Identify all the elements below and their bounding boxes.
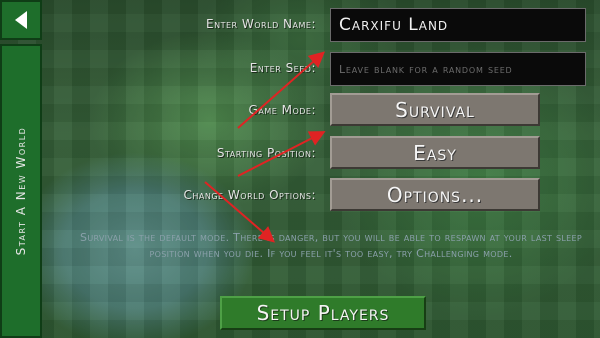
start-new-world-tab[interactable]: Start A New World (0, 44, 42, 338)
seed-input[interactable]: Leave blank for a random seed (330, 52, 586, 86)
world-options-button[interactable]: Options... (330, 178, 540, 211)
world-name-input[interactable]: Carxifu Land (330, 8, 586, 42)
tab-label: Start A New World (14, 126, 28, 256)
starting-position-label: Starting Position: (216, 146, 316, 160)
setup-players-button[interactable]: Setup Players (220, 296, 426, 330)
mode-description: Survival is the default mode. There is d… (80, 231, 582, 260)
triangle-left-icon (15, 11, 27, 29)
seed-label: Enter Seed: (249, 61, 316, 75)
game-background (0, 0, 600, 338)
starting-position-button[interactable]: Easy (330, 136, 540, 169)
game-mode-button[interactable]: Survival (330, 93, 540, 126)
world-name-label: Enter World Name: (206, 17, 316, 31)
world-options-label: Change World Options: (183, 188, 316, 202)
game-mode-label: Game Mode: (248, 103, 316, 117)
back-button[interactable] (0, 0, 42, 40)
